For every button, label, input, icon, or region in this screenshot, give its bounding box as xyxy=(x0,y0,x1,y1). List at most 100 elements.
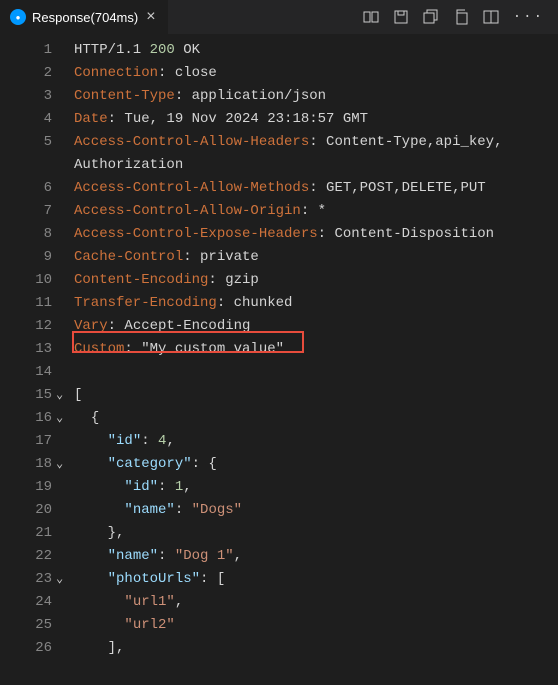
code-line[interactable]: [ xyxy=(74,384,558,407)
line-number xyxy=(0,154,52,177)
split-editor-icon[interactable] xyxy=(483,9,499,25)
code-line[interactable]: HTTP/1.1 200 OK xyxy=(74,39,558,62)
code-line[interactable]: "category": { xyxy=(74,453,558,476)
code-line[interactable]: Access-Control-Expose-Headers: Content-D… xyxy=(74,223,558,246)
more-actions-icon[interactable]: ··· xyxy=(513,9,544,25)
line-number: 26 xyxy=(0,637,52,660)
line-number: 18 xyxy=(0,453,52,476)
line-number: 14 xyxy=(0,361,52,384)
fold-marker xyxy=(56,177,74,200)
line-number: 4 xyxy=(0,108,52,131)
code-line[interactable]: Content-Type: application/json xyxy=(74,85,558,108)
code-line[interactable]: "name": "Dog 1", xyxy=(74,545,558,568)
fold-marker xyxy=(56,85,74,108)
fold-marker xyxy=(56,499,74,522)
fold-marker xyxy=(56,108,74,131)
line-number: 17 xyxy=(0,430,52,453)
http-icon: ● xyxy=(10,9,26,25)
code-line[interactable]: Access-Control-Allow-Origin: * xyxy=(74,200,558,223)
chevron-down-icon[interactable]: ⌄ xyxy=(56,453,68,465)
code-line[interactable]: Custom: "My custom value" xyxy=(74,338,558,361)
fold-marker[interactable]: ⌄ xyxy=(56,453,74,476)
fold-marker xyxy=(56,591,74,614)
code-line[interactable]: "id": 4, xyxy=(74,430,558,453)
fold-marker[interactable]: ⌄ xyxy=(56,568,74,591)
fold-marker xyxy=(56,200,74,223)
fold-marker xyxy=(56,269,74,292)
code-line[interactable]: Cache-Control: private xyxy=(74,246,558,269)
compare-changes-icon[interactable] xyxy=(363,9,379,25)
save-all-icon[interactable] xyxy=(423,9,439,25)
chevron-down-icon[interactable]: ⌄ xyxy=(56,407,68,419)
code-line[interactable]: Authorization xyxy=(74,154,558,177)
line-number: 20 xyxy=(0,499,52,522)
line-number: 8 xyxy=(0,223,52,246)
chevron-down-icon[interactable]: ⌄ xyxy=(56,568,68,580)
fold-marker xyxy=(56,476,74,499)
tab-title: Response(704ms) xyxy=(32,10,138,25)
fold-marker xyxy=(56,338,74,361)
code-line[interactable] xyxy=(74,361,558,384)
fold-gutter: ⌄ ⌄ ⌄ ⌄ xyxy=(56,39,74,660)
fold-marker xyxy=(56,637,74,660)
fold-marker xyxy=(56,361,74,384)
chevron-down-icon[interactable]: ⌄ xyxy=(56,384,68,396)
line-number: 23 xyxy=(0,568,52,591)
fold-marker xyxy=(56,131,74,154)
code-line[interactable]: { xyxy=(74,407,558,430)
line-number: 12 xyxy=(0,315,52,338)
line-number: 10 xyxy=(0,269,52,292)
fold-marker[interactable]: ⌄ xyxy=(56,407,74,430)
line-number: 5 xyxy=(0,131,52,154)
line-number: 16 xyxy=(0,407,52,430)
code-line[interactable]: Access-Control-Allow-Methods: GET,POST,D… xyxy=(74,177,558,200)
code-line[interactable]: Transfer-Encoding: chunked xyxy=(74,292,558,315)
fold-marker xyxy=(56,223,74,246)
fold-marker[interactable]: ⌄ xyxy=(56,384,74,407)
fold-marker xyxy=(56,522,74,545)
code-line[interactable]: Vary: Accept-Encoding xyxy=(74,315,558,338)
line-number: 24 xyxy=(0,591,52,614)
line-number: 13 xyxy=(0,338,52,361)
fold-marker xyxy=(56,614,74,637)
line-number: 2 xyxy=(0,62,52,85)
code-line[interactable]: Content-Encoding: gzip xyxy=(74,269,558,292)
code-line[interactable]: "photoUrls": [ xyxy=(74,568,558,591)
code-content[interactable]: HTTP/1.1 200 OKConnection: closeContent-… xyxy=(74,39,558,660)
line-number: 6 xyxy=(0,177,52,200)
fold-marker xyxy=(56,292,74,315)
editor-actions: ··· xyxy=(363,9,558,25)
copy-icon[interactable] xyxy=(453,9,469,25)
line-number: 15 xyxy=(0,384,52,407)
close-icon[interactable]: × xyxy=(144,7,157,27)
fold-marker xyxy=(56,545,74,568)
line-number-gutter: 1234567891011121314151617181920212223242… xyxy=(0,39,56,660)
code-line[interactable]: Connection: close xyxy=(74,62,558,85)
code-line[interactable]: }, xyxy=(74,522,558,545)
code-line[interactable]: Date: Tue, 19 Nov 2024 23:18:57 GMT xyxy=(74,108,558,131)
code-line[interactable]: Access-Control-Allow-Headers: Content-Ty… xyxy=(74,131,558,154)
line-number: 25 xyxy=(0,614,52,637)
tab-bar: ● Response(704ms) × ··· xyxy=(0,0,558,35)
save-icon[interactable] xyxy=(393,9,409,25)
code-line[interactable]: "id": 1, xyxy=(74,476,558,499)
editor: 1234567891011121314151617181920212223242… xyxy=(0,35,558,660)
line-number: 7 xyxy=(0,200,52,223)
line-number: 22 xyxy=(0,545,52,568)
line-number: 19 xyxy=(0,476,52,499)
line-number: 21 xyxy=(0,522,52,545)
fold-marker xyxy=(56,154,74,177)
fold-marker xyxy=(56,246,74,269)
code-line[interactable]: "url2" xyxy=(74,614,558,637)
line-number: 9 xyxy=(0,246,52,269)
fold-marker xyxy=(56,430,74,453)
fold-marker xyxy=(56,315,74,338)
line-number: 3 xyxy=(0,85,52,108)
fold-marker xyxy=(56,39,74,62)
code-line[interactable]: "name": "Dogs" xyxy=(74,499,558,522)
line-number: 1 xyxy=(0,39,52,62)
code-line[interactable]: ], xyxy=(74,637,558,660)
tab-response[interactable]: ● Response(704ms) × xyxy=(0,0,168,35)
code-line[interactable]: "url1", xyxy=(74,591,558,614)
line-number: 11 xyxy=(0,292,52,315)
